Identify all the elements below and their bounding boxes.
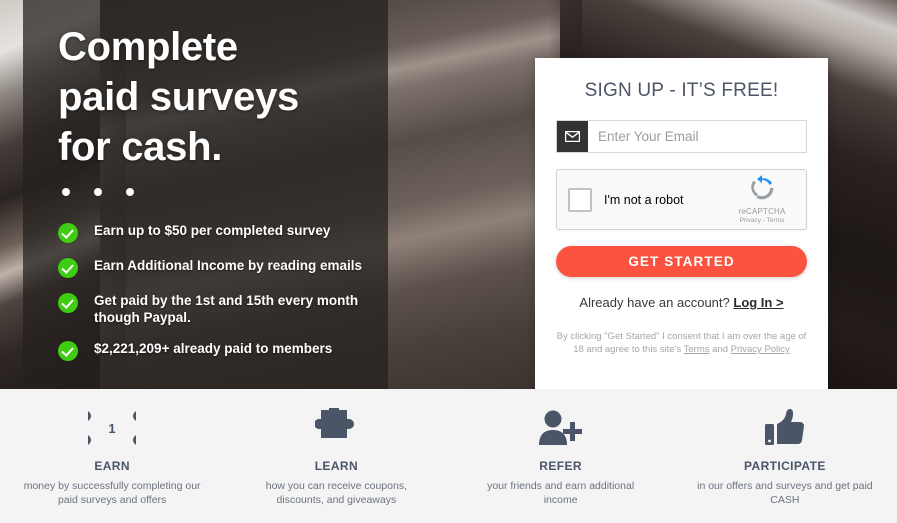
list-item: $2,221,209+ already paid to members xyxy=(58,340,388,361)
benefit-text: Earn Additional Income by reading emails xyxy=(94,258,363,273)
check-circle-icon xyxy=(58,293,78,313)
page-title-line-2: paid surveys xyxy=(58,75,299,119)
thumbs-up-icon xyxy=(764,405,805,451)
person-plus-icon xyxy=(538,405,584,451)
puzzle-piece-icon xyxy=(315,405,357,451)
benefit-text: Earn up to $50 per completed survey xyxy=(94,223,331,238)
features-strip: 1 EARN money by successfully completing … xyxy=(0,389,897,523)
benefit-text: Get paid by the 1st and 15th every month… xyxy=(94,293,359,325)
recaptcha-branding: reCAPTCHA Privacy - Terms xyxy=(729,175,795,224)
envelope-icon xyxy=(557,121,588,152)
svg-text:1: 1 xyxy=(109,421,116,436)
recaptcha-brand-name: reCAPTCHA xyxy=(738,207,786,216)
consent-disclaimer: By clicking "Get Started" I consent that… xyxy=(556,330,807,356)
hero-content: Complete paid surveys for cash. Earn up … xyxy=(58,22,388,361)
dot-1 xyxy=(62,188,70,196)
dot-separator xyxy=(62,188,388,196)
feature-participate: PARTICIPATE in our offers and surveys an… xyxy=(673,389,897,523)
feature-title: REFER xyxy=(539,459,582,473)
recaptcha-label: I'm not a robot xyxy=(604,192,684,207)
dot-2 xyxy=(94,188,102,196)
list-item: Earn up to $50 per completed survey xyxy=(58,222,388,243)
recaptcha-logo-icon xyxy=(751,175,774,200)
benefit-text: $2,221,209+ already paid to members xyxy=(94,341,333,356)
feature-description: money by successfully completing our pai… xyxy=(23,480,201,506)
check-circle-icon xyxy=(58,223,78,243)
get-started-button[interactable]: GET STARTED xyxy=(556,246,807,277)
benefit-list: Earn up to $50 per completed survey Earn… xyxy=(58,222,388,361)
feature-refer: REFER your friends and earn additional i… xyxy=(449,389,673,523)
hero-section: Complete paid surveys for cash. Earn up … xyxy=(0,0,897,389)
email-field[interactable] xyxy=(588,121,806,152)
page-title-line-1: Complete xyxy=(58,25,238,69)
feature-title: PARTICIPATE xyxy=(744,459,826,473)
recaptcha-widget[interactable]: I'm not a robot reCAPTCHA Privacy - Term… xyxy=(556,169,807,230)
landing-page: Complete paid surveys for cash. Earn up … xyxy=(0,0,897,523)
feature-learn: LEARN how you can receive coupons, disco… xyxy=(224,389,448,523)
page-title: Complete paid surveys for cash. xyxy=(58,22,388,172)
login-prompt-text: Already have an account? xyxy=(579,295,730,310)
privacy-policy-link[interactable]: Privacy Policy xyxy=(731,344,790,355)
feature-title: LEARN xyxy=(314,459,359,473)
signup-heading: SIGN UP - IT’S FREE! xyxy=(584,80,779,101)
signup-card: SIGN UP - IT’S FREE! I'm not a robot xyxy=(535,58,828,389)
login-prompt-row: Already have an account? Log In > xyxy=(556,295,807,310)
log-in-link[interactable]: Log In > xyxy=(733,295,783,310)
email-field-row xyxy=(556,120,807,153)
terms-link[interactable]: Terms xyxy=(684,344,710,355)
check-circle-icon xyxy=(58,258,78,278)
dot-3 xyxy=(126,188,134,196)
feature-description: your friends and earn additional income xyxy=(487,480,635,506)
banknote-icon: 1 xyxy=(88,405,137,451)
feature-earn: 1 EARN money by successfully completing … xyxy=(0,389,224,523)
recaptcha-checkbox[interactable] xyxy=(568,187,592,212)
disclaimer-conjunction: and xyxy=(709,344,731,355)
feature-title: EARN xyxy=(94,459,130,473)
page-title-line-3: for cash. xyxy=(58,125,223,169)
list-item: Earn Additional Income by reading emails xyxy=(58,257,388,278)
feature-description: how you can receive coupons, discounts, … xyxy=(265,480,407,506)
check-circle-icon xyxy=(58,341,78,361)
list-item: Get paid by the 1st and 15th every month… xyxy=(58,292,388,326)
feature-description: in our offers and surveys and get paid C… xyxy=(697,480,873,506)
recaptcha-legal-links[interactable]: Privacy - Terms xyxy=(729,217,795,224)
